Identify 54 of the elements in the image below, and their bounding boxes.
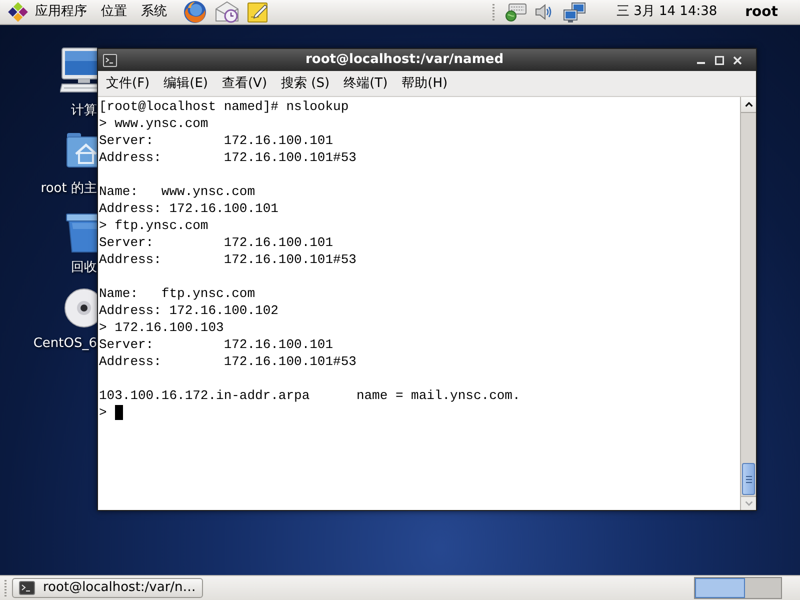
terminal-line: [root@localhost named]# nslookup — [99, 98, 349, 115]
scroll-up-button[interactable] — [741, 97, 756, 113]
workspace-cell[interactable] — [695, 578, 745, 598]
desktop-icon-label[interactable]: root 的主 — [40, 181, 97, 197]
menu-item[interactable]: 帮助(H) — [398, 76, 452, 92]
window-title: root@localhost:/var/named — [306, 52, 504, 68]
terminal-line: Name: ftp.ynsc.com — [99, 285, 256, 302]
terminal-line: > — [99, 404, 107, 421]
notepad-pencil-icon[interactable] — [247, 1, 269, 23]
terminal-line: Server: 172.16.100.101 — [99, 132, 334, 149]
grip-icon — [492, 3, 496, 21]
terminal-line: > 172.16.100.103 — [99, 319, 224, 336]
clock[interactable]: 三 3月 14 14:38 — [616, 4, 718, 20]
terminal-line: Address: 172.16.100.101 — [99, 200, 278, 217]
menu-item[interactable]: 查看(V) — [218, 76, 272, 92]
keyboard-icon[interactable] — [505, 2, 528, 22]
caret-down-icon — [744, 501, 752, 506]
grip-lines-icon — [746, 476, 752, 482]
terminal-line: Server: 172.16.100.101 — [99, 336, 334, 353]
terminal-line: Server: 172.16.100.101 — [99, 234, 334, 251]
desktop-icon-label[interactable]: 回收 — [71, 260, 97, 276]
terminal-icon[interactable] — [103, 54, 117, 66]
panel-menu[interactable]: 系统 — [141, 4, 167, 20]
speaker-icon[interactable] — [535, 3, 554, 21]
desktop-icon-label[interactable]: 计算 — [71, 103, 97, 119]
menu-item[interactable]: 文件(F) — [102, 76, 154, 92]
terminal-line: Address: 172.16.100.101#53 — [99, 149, 356, 166]
globe-icon[interactable] — [183, 0, 207, 24]
menu-item[interactable]: 终端(T) — [340, 76, 392, 92]
panel-menu[interactable]: 位置 — [101, 4, 127, 20]
close-icon — [732, 56, 742, 64]
grip-icon — [4, 579, 7, 597]
terminal-icon — [19, 581, 35, 595]
envelope-clock-icon[interactable] — [215, 1, 239, 23]
terminal-line: > ftp.ynsc.com — [99, 217, 208, 234]
monitors-icon[interactable] — [563, 2, 586, 22]
terminal-line: 103.100.16.172.in-addr.arpa name = mail.ynsc.com. — [99, 387, 520, 404]
pinwheel-logo-icon[interactable] — [7, 1, 29, 23]
menu-item[interactable]: 搜索 (S) — [277, 76, 334, 92]
terminal-line: Address: 172.16.100.101#53 — [99, 251, 356, 268]
desktop-icon-label[interactable]: CentOS_6 — [33, 336, 97, 352]
terminal-line: Address: 172.16.100.101#53 — [99, 353, 356, 370]
workspace-cell[interactable] — [745, 578, 781, 598]
caret-up-icon — [744, 102, 752, 107]
maximize-icon — [714, 56, 724, 64]
menu-item[interactable]: 编辑(E) — [160, 76, 212, 92]
scrollbar-thumb[interactable] — [742, 463, 755, 495]
terminal-line: > www.ynsc.com — [99, 115, 208, 132]
panel-menu[interactable]: 应用程序 — [35, 4, 87, 20]
user-name[interactable]: root — [745, 4, 778, 20]
terminal-line: Address: 172.16.100.102 — [99, 302, 278, 319]
terminal-line: Name: www.ynsc.com — [99, 183, 256, 200]
home-folder-icon[interactable] — [66, 132, 97, 168]
taskbar-button[interactable]: root@localhost:/var/n… — [12, 578, 203, 598]
